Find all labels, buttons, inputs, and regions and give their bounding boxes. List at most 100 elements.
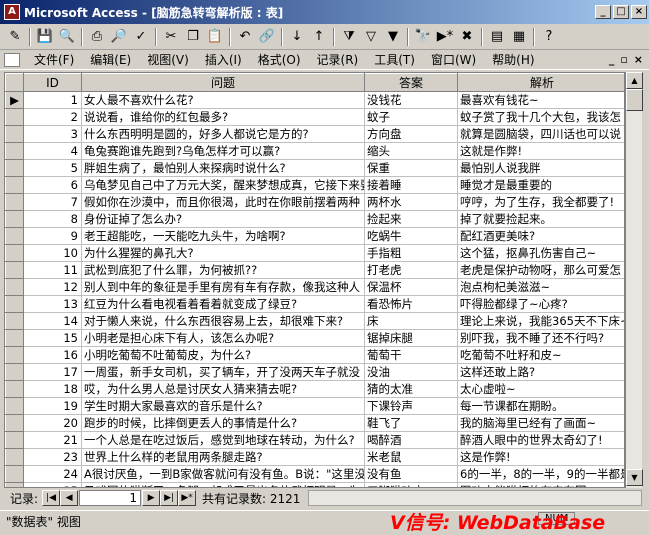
cell-question[interactable]: 什么东西明明是圆的，好多人都说它是方的?: [81, 125, 365, 143]
cell-question[interactable]: 一个人总是在吃过饭后，感觉到地球在转动，为什么?: [81, 431, 365, 449]
cell-analysis[interactable]: 老虎是保护动物呀，那么可爱怎: [457, 261, 624, 279]
cell-answer[interactable]: 没有鱼: [364, 465, 458, 483]
cell-answer[interactable]: 下课铃声: [364, 397, 458, 415]
cell-answer[interactable]: 方向盘: [364, 125, 458, 143]
vertical-scrollbar[interactable]: ▲ ▼: [625, 72, 643, 488]
cell-question[interactable]: 跑步的时候，比摔倒更丢人的事情是什么?: [81, 414, 365, 432]
print-preview-icon[interactable]: 🔎: [108, 26, 130, 48]
datasheet-icon[interactable]: [4, 52, 20, 67]
row-selector[interactable]: [5, 329, 24, 347]
paste-icon[interactable]: 📋: [204, 26, 226, 48]
table-row[interactable]: 24 A很讨厌鱼，一到B家做客就问有没有鱼。B说："这里没 没有鱼 6的一半，8的一半…: [5, 465, 624, 483]
cell-answer[interactable]: 床: [364, 312, 458, 330]
cell-question[interactable]: 乌龟梦见自己中了万元大奖，醒来梦想成真，它接下来要: [81, 176, 365, 194]
row-selector[interactable]: [5, 210, 24, 228]
new-record-icon[interactable]: ▶*: [434, 26, 456, 48]
cell-answer[interactable]: 保温杯: [364, 278, 458, 296]
row-selector[interactable]: [5, 448, 24, 466]
cell-analysis[interactable]: 这样还敢上路?: [457, 363, 624, 381]
cell-analysis[interactable]: 最怕别人说我胖: [457, 159, 624, 177]
cell-id[interactable]: 7: [23, 193, 82, 211]
cell-answer[interactable]: 米老鼠: [364, 448, 458, 466]
cell-answer[interactable]: 接着睡: [364, 176, 458, 194]
cell-id[interactable]: 13: [23, 295, 82, 313]
new-record-nav-button[interactable]: ▶*: [178, 490, 197, 506]
doc-close-button[interactable]: ×: [634, 53, 643, 66]
table-row[interactable]: 8 身份证掉了怎么办? 捡起来 掉了就要捡起来。: [5, 210, 624, 228]
table-row[interactable]: ▶ 1 女人最不喜欢什么花? 没钱花 最喜欢有钱花~: [5, 91, 624, 109]
cell-analysis[interactable]: 最喜欢有钱花~: [457, 91, 624, 109]
cell-id[interactable]: 23: [23, 448, 82, 466]
cell-question[interactable]: 小明老是担心床下有人，该怎么办呢?: [81, 329, 365, 347]
cell-question[interactable]: 对于懒人来说，什么东西很容易上去，却很难下来?: [81, 312, 365, 330]
row-selector[interactable]: [5, 465, 24, 483]
row-selector[interactable]: [5, 244, 24, 262]
row-selector[interactable]: [5, 142, 24, 160]
scroll-thumb[interactable]: [626, 89, 643, 111]
menu-insert[interactable]: 插入(I): [197, 51, 250, 68]
view-icon[interactable]: ✎: [4, 26, 26, 48]
doc-minimize-button[interactable]: _: [609, 53, 615, 66]
table-row[interactable]: 15 小明老是担心床下有人，该怎么办呢? 锯掉床腿 别吓我，我不睡了还不行吗?: [5, 329, 624, 347]
current-record-indicator[interactable]: ▶: [5, 91, 24, 109]
find-icon[interactable]: 🔭: [412, 26, 434, 48]
horizontal-scrollbar[interactable]: [308, 490, 642, 506]
row-selector[interactable]: [5, 261, 24, 279]
menu-view[interactable]: 视图(V): [139, 51, 197, 68]
row-selector[interactable]: [5, 346, 24, 364]
cell-analysis[interactable]: 吃葡萄不吐籽和皮~: [457, 346, 624, 364]
scroll-down-button[interactable]: ▼: [626, 469, 643, 486]
column-header-question[interactable]: 问题: [81, 73, 365, 92]
row-selector[interactable]: [5, 193, 24, 211]
table-row[interactable]: 23 世界上什么样的老鼠用两条腿走路? 米老鼠 这是作弊!: [5, 448, 624, 466]
table-row[interactable]: 3 什么东西明明是圆的，好多人都说它是方的? 方向盘 就算是圆脑袋，四川话也可以说: [5, 125, 624, 143]
menu-file[interactable]: 文件(F): [26, 51, 82, 68]
cell-answer[interactable]: 看恐怖片: [364, 295, 458, 313]
row-selector[interactable]: [5, 108, 24, 126]
menu-tools[interactable]: 工具(T): [366, 51, 423, 68]
cell-id[interactable]: 2: [23, 108, 82, 126]
menu-help[interactable]: 帮助(H): [484, 51, 542, 68]
table-row[interactable]: 4 龟兔赛跑谁先跑到?乌龟怎样才可以赢? 缩头 这就是作弊!: [5, 142, 624, 160]
cell-answer[interactable]: 保重: [364, 159, 458, 177]
copy-icon[interactable]: ❐: [182, 26, 204, 48]
cell-id[interactable]: 14: [23, 312, 82, 330]
table-row[interactable]: 13 红豆为什么看电视看着看着就变成了绿豆? 看恐怖片 吓得脸都绿了~心疼?: [5, 295, 624, 313]
cell-analysis[interactable]: 理论上来说，我能365天不下床~: [457, 312, 624, 330]
table-row[interactable]: 18 哎，为什么男人总是讨厌女人猜来猜去呢? 猜的太准 太心虚啦~: [5, 380, 624, 398]
row-selector[interactable]: [5, 397, 24, 415]
table-row[interactable]: 14 对于懒人来说，什么东西很容易上去，却很难下来? 床理论上来说，我能365天不下…: [5, 312, 624, 330]
menu-window[interactable]: 窗口(W): [423, 51, 484, 68]
hyperlink-icon[interactable]: 🔗: [256, 26, 278, 48]
table-row[interactable]: 19 学生时期大家最喜欢的音乐是什么? 下课铃声 每一节课都在期盼。: [5, 397, 624, 415]
cell-question[interactable]: A很讨厌鱼，一到B家做客就问有没有鱼。B说："这里没: [81, 465, 365, 483]
cell-answer[interactable]: 两杯水: [364, 193, 458, 211]
cell-question[interactable]: 老王超能吃，一天能吃九头牛，为啥啊?: [81, 227, 365, 245]
row-selector[interactable]: [5, 414, 24, 432]
row-selector[interactable]: [5, 278, 24, 296]
cell-answer[interactable]: 锯掉床腿: [364, 329, 458, 347]
undo-icon[interactable]: ↶: [234, 26, 256, 48]
cell-question[interactable]: 武松到底犯了什么罪，为何被抓??: [81, 261, 365, 279]
table-row[interactable]: 5 胖姐生病了，最怕别人来探病时说什么? 保重 最怕别人说我胖: [5, 159, 624, 177]
cell-analysis[interactable]: 这个猛，抠鼻孔伤害自己~: [457, 244, 624, 262]
doc-restore-button[interactable]: ▫: [620, 53, 627, 66]
cell-analysis[interactable]: 睡觉才是最重要的: [457, 176, 624, 194]
cell-answer[interactable]: 捡起来: [364, 210, 458, 228]
cell-analysis[interactable]: 蚊子赏了我十几个大包，我该怎: [457, 108, 624, 126]
maximize-button[interactable]: □: [613, 5, 629, 19]
cell-analysis[interactable]: 这就是作弊!: [457, 142, 624, 160]
table-row[interactable]: 7 假如你在沙漠中，而且你很渴，此时在你眼前摆着两种 两杯水 哼哼，为了生存，我全都要…: [5, 193, 624, 211]
apply-filter-icon[interactable]: ▼: [382, 26, 404, 48]
cell-id[interactable]: 21: [23, 431, 82, 449]
cell-id[interactable]: 5: [23, 159, 82, 177]
table-row[interactable]: 6 乌龟梦见自己中了万元大奖，醒来梦想成真，它接下来要 接着睡 睡觉才是最重要的: [5, 176, 624, 194]
next-record-button[interactable]: ▶: [142, 490, 161, 506]
close-button[interactable]: ×: [631, 5, 647, 19]
cell-answer[interactable]: 手指粗: [364, 244, 458, 262]
cell-answer[interactable]: 打老虎: [364, 261, 458, 279]
cell-question[interactable]: 一周蛋，新手女司机，买了辆车，开了没两天车子就没: [81, 363, 365, 381]
row-selector[interactable]: [5, 363, 24, 381]
cell-id[interactable]: 9: [23, 227, 82, 245]
new-object-icon[interactable]: ▦: [508, 26, 530, 48]
